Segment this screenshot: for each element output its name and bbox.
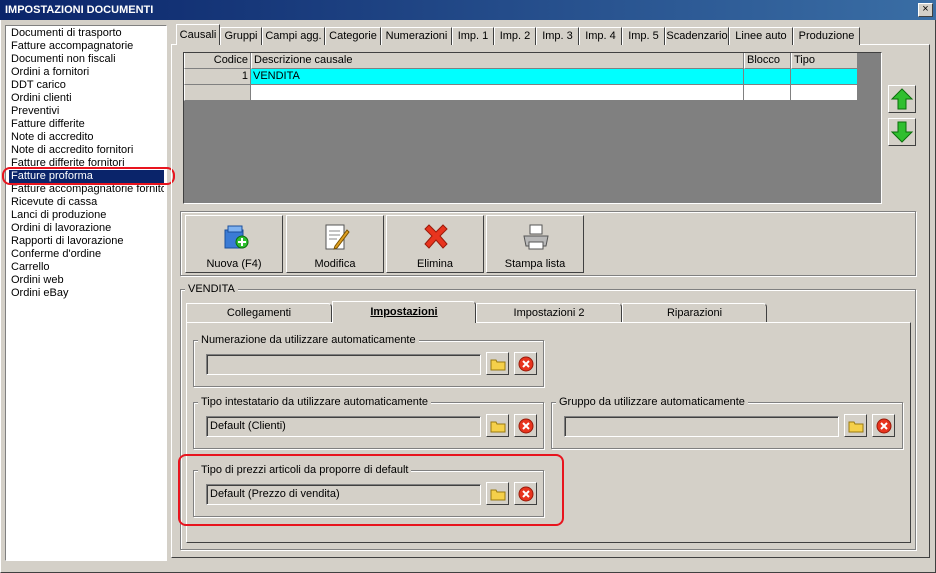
list-item[interactable]: Ordini web — [9, 274, 164, 287]
tipo-intestatario-field[interactable]: Default (Clienti) — [206, 416, 481, 437]
gruppo-browse-button[interactable] — [844, 414, 867, 437]
tipo-intestatario-label: Tipo intestatario da utilizzare automati… — [198, 396, 432, 409]
edit-button-label: Modifica — [314, 258, 356, 270]
close-button[interactable]: × — [918, 3, 933, 17]
subtab-impostazioni-2[interactable]: Impostazioni 2 — [476, 303, 622, 322]
grid-row-2-codice[interactable] — [184, 85, 251, 101]
tab-categorie[interactable]: Categorie — [325, 27, 381, 45]
tab-scadenzario[interactable]: Scadenzario — [665, 27, 729, 45]
tab-imp-2[interactable]: Imp. 2 — [494, 27, 536, 45]
close-icon: × — [922, 3, 929, 15]
grid-row-2-tipo[interactable] — [791, 85, 858, 101]
tab-numerazioni[interactable]: Numerazioni — [381, 27, 452, 45]
list-item[interactable]: Ordini clienti — [9, 92, 164, 105]
tab-imp-4[interactable]: Imp. 4 — [579, 27, 622, 45]
delete-x-icon — [424, 224, 448, 249]
edit-button[interactable]: Modifica — [286, 215, 384, 273]
move-up-button[interactable] — [888, 85, 916, 113]
clear-icon — [876, 418, 892, 434]
list-item[interactable]: Preventivi — [9, 105, 164, 118]
document-type-list[interactable]: Documenti di trasporto Fatture accompagna… — [5, 25, 167, 561]
grid-row-2-blocco[interactable] — [744, 85, 791, 101]
edit-icon — [325, 224, 350, 250]
new-document-icon — [224, 225, 249, 249]
folder-icon — [848, 421, 864, 433]
list-item[interactable]: Documenti non fiscali — [9, 53, 164, 66]
print-list-button-label: Stampa lista — [504, 258, 566, 270]
grid-row-1-codice[interactable]: 1 — [184, 69, 251, 85]
list-item[interactable]: Ordini eBay — [9, 287, 164, 300]
vendita-group-title: VENDITA — [185, 283, 238, 296]
selection-highlight-list — [2, 167, 175, 185]
tab-linee-auto[interactable]: Linee auto — [729, 27, 793, 45]
folder-icon — [490, 359, 506, 371]
subtab-collegamenti[interactable]: Collegamenti — [186, 303, 332, 322]
numerazione-clear-button[interactable] — [514, 352, 537, 375]
grid-row-1-descrizione[interactable]: VENDITA — [251, 69, 744, 85]
arrow-up-icon — [890, 88, 914, 110]
tab-campi-agg[interactable]: Campi agg. — [262, 27, 325, 45]
arrow-down-icon — [890, 121, 914, 143]
print-list-button[interactable]: Stampa lista — [486, 215, 584, 273]
tab-imp-5[interactable]: Imp. 5 — [622, 27, 665, 45]
window-title-bar: IMPOSTAZIONI DOCUMENTI — [0, 0, 936, 20]
delete-button-label: Elimina — [416, 258, 454, 270]
list-item[interactable]: Carrello — [9, 261, 164, 274]
grid-row-2-descrizione[interactable] — [251, 85, 744, 101]
list-item[interactable]: Documenti di trasporto — [9, 27, 164, 40]
grid-header-descrizione[interactable]: Descrizione causale — [251, 53, 744, 69]
tipo-intestatario-clear-button[interactable] — [514, 414, 537, 437]
grid-header-tipo[interactable]: Tipo — [791, 53, 858, 69]
list-item[interactable]: DDT carico — [9, 79, 164, 92]
grid-row-1-blocco[interactable] — [744, 69, 791, 85]
grid-header-blocco[interactable]: Blocco — [744, 53, 791, 69]
new-button[interactable]: Nuova (F4) — [185, 215, 283, 273]
printer-icon — [523, 224, 549, 250]
tab-imp-1[interactable]: Imp. 1 — [452, 27, 494, 45]
list-item[interactable]: Note di accredito — [9, 131, 164, 144]
numerazione-label: Numerazione da utilizzare automaticament… — [198, 334, 419, 347]
tab-gruppi[interactable]: Gruppi — [220, 27, 262, 45]
list-item[interactable]: Note di accredito fornitori — [9, 144, 164, 157]
list-item[interactable]: Ordini di lavorazione — [9, 222, 164, 235]
numerazione-browse-button[interactable] — [486, 352, 509, 375]
grid-row-1-tipo[interactable] — [791, 69, 858, 85]
numerazione-field[interactable] — [206, 354, 481, 375]
gruppo-label: Gruppo da utilizzare automaticamente — [556, 396, 748, 409]
causali-grid[interactable]: Codice Descrizione causale Blocco Tipo 1… — [183, 52, 882, 204]
gruppo-clear-button[interactable] — [872, 414, 895, 437]
subtab-riparazioni[interactable]: Riparazioni — [622, 303, 767, 322]
gruppo-field[interactable] — [564, 416, 839, 437]
delete-button[interactable]: Elimina — [386, 215, 484, 273]
list-item[interactable]: Lanci di produzione — [9, 209, 164, 222]
list-item[interactable]: Conferme d'ordine — [9, 248, 164, 261]
list-item[interactable]: Ricevute di cassa — [9, 196, 164, 209]
list-item[interactable]: Ordini a fornitori — [9, 66, 164, 79]
clear-icon — [518, 418, 534, 434]
window-title: IMPOSTAZIONI DOCUMENTI — [5, 4, 154, 16]
clear-icon — [518, 356, 534, 372]
new-button-label: Nuova (F4) — [206, 258, 262, 270]
list-item[interactable]: Rapporti di lavorazione — [9, 235, 164, 248]
tab-imp-3[interactable]: Imp. 3 — [536, 27, 579, 45]
list-item[interactable]: Fatture accompagnatorie — [9, 40, 164, 53]
selection-highlight-tipo-prezzi — [178, 454, 564, 526]
grid-header-codice[interactable]: Codice — [184, 53, 251, 69]
list-item[interactable]: Fatture differite — [9, 118, 164, 131]
tipo-intestatario-browse-button[interactable] — [486, 414, 509, 437]
move-down-button[interactable] — [888, 118, 916, 146]
subtab-impostazioni[interactable]: Impostazioni — [332, 301, 476, 323]
tab-causali[interactable]: Causali — [176, 24, 220, 45]
folder-icon — [490, 421, 506, 433]
tab-produzione[interactable]: Produzione — [793, 27, 860, 45]
